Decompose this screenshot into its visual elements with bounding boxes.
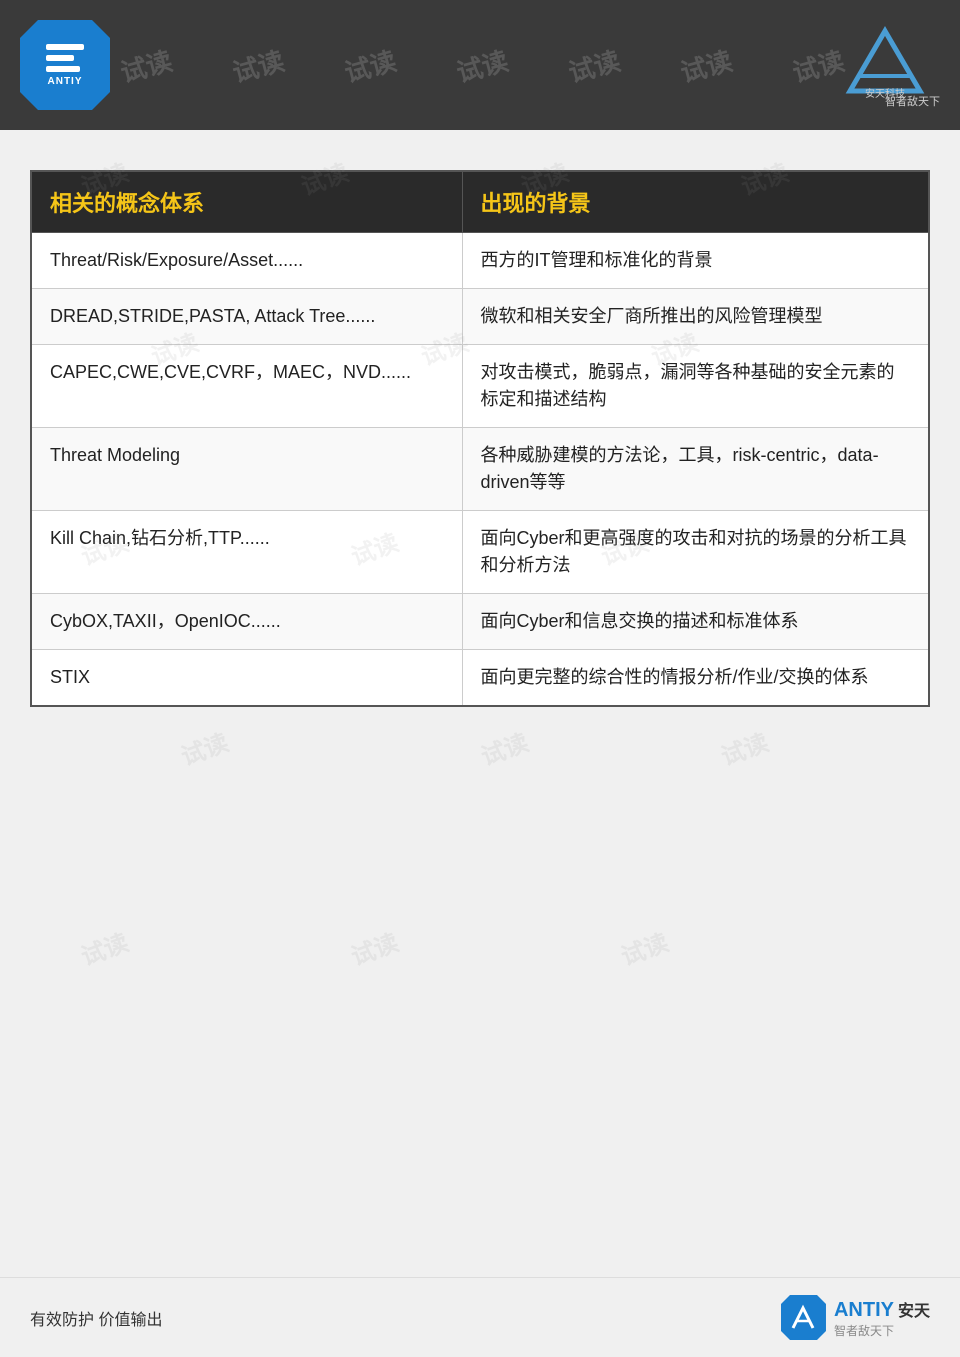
footer: 有效防护 价值输出 ANTIY 安天 智者敌天下	[0, 1277, 960, 1357]
footer-antiy-text: ANTIY	[834, 1299, 894, 1322]
table-row: Threat/Risk/Exposure/Asset......西方的IT管理和…	[31, 233, 929, 289]
table-row: CybOX,TAXII，OpenIOC......面向Cyber和信息交换的描述…	[31, 594, 929, 650]
footer-logo-svg	[789, 1304, 817, 1332]
body-wm-15: 试读	[345, 923, 402, 972]
table-cell-left-0: Threat/Risk/Exposure/Asset......	[31, 233, 462, 289]
table-row: Threat Modeling各种威胁建模的方法论，工具，risk-centri…	[31, 428, 929, 511]
table-cell-left-5: CybOX,TAXII，OpenIOC......	[31, 594, 462, 650]
header-watermarks: 试读 试读 试读 试读 试读 试读 试读	[0, 0, 960, 130]
table-header-row: 相关的概念体系 出现的背景	[31, 171, 929, 233]
table-cell-left-1: DREAD,STRIDE,PASTA, Attack Tree......	[31, 289, 462, 345]
main-content: 试读 试读 试读 试读 试读 试读 试读 试读 试读 试读 试读 试读 试读 试…	[0, 130, 960, 1280]
table-cell-right-3: 各种威胁建模的方法论，工具，risk-centric，data-driven等等	[462, 428, 929, 511]
header-wm-1: 试读	[116, 40, 176, 89]
table-row: DREAD,STRIDE,PASTA, Attack Tree......微软和…	[31, 289, 929, 345]
table-cell-left-6: STIX	[31, 650, 462, 707]
col2-header: 出现的背景	[462, 171, 929, 233]
footer-tagline: 有效防护 价值输出	[30, 1306, 162, 1330]
col1-header: 相关的概念体系	[31, 171, 462, 233]
table-cell-right-0: 西方的IT管理和标准化的背景	[462, 233, 929, 289]
body-wm-16: 试读	[615, 923, 672, 972]
body-wm-14: 试读	[75, 923, 132, 972]
table-cell-right-2: 对攻击模式，脆弱点，漏洞等各种基础的安全元素的标定和描述结构	[462, 345, 929, 428]
header-wm-4: 试读	[452, 40, 512, 89]
table-cell-right-6: 面向更完整的综合性的情报分析/作业/交换的体系	[462, 650, 929, 707]
table-cell-left-4: Kill Chain,钻石分析,TTP......	[31, 511, 462, 594]
header-wm-3: 试读	[340, 40, 400, 89]
table-cell-right-5: 面向Cyber和信息交换的描述和标准体系	[462, 594, 929, 650]
table-cell-right-4: 面向Cyber和更高强度的攻击和对抗的场景的分析工具和分析方法	[462, 511, 929, 594]
header-wm-5: 试读	[564, 40, 624, 89]
header-wm-2: 试读	[228, 40, 288, 89]
table-cell-left-2: CAPEC,CWE,CVE,CVRF，MAEC，NVD......	[31, 345, 462, 428]
table-cell-left-3: Threat Modeling	[31, 428, 462, 511]
body-wm-12: 试读	[475, 723, 532, 772]
footer-logo-icon	[781, 1295, 826, 1340]
header: ANTIY 试读 试读 试读 试读 试读 试读 试读 安天科技 智者敌天下	[0, 0, 960, 130]
footer-logo: ANTIY 安天 智者敌天下	[781, 1295, 930, 1340]
footer-logo-main: 安天	[898, 1297, 930, 1321]
body-wm-11: 试读	[175, 723, 232, 772]
data-table: 相关的概念体系 出现的背景 Threat/Risk/Exposure/Asset…	[30, 170, 930, 707]
table-row: Kill Chain,钻石分析,TTP......面向Cyber和更高强度的攻击…	[31, 511, 929, 594]
company-subtitle: 智者敌天下	[885, 93, 940, 109]
footer-logo-text-area: ANTIY 安天 智者敌天下	[834, 1297, 930, 1339]
body-wm-13: 试读	[715, 723, 772, 772]
table-row: CAPEC,CWE,CVE,CVRF，MAEC，NVD......对攻击模式，脆…	[31, 345, 929, 428]
company-logo-area: 安天科技 智者敌天下	[830, 21, 940, 109]
table-row: STIX面向更完整的综合性的情报分析/作业/交换的体系	[31, 650, 929, 707]
header-wm-6: 试读	[676, 40, 736, 89]
table-cell-right-1: 微软和相关安全厂商所推出的风险管理模型	[462, 289, 929, 345]
company-logo-graphic: 安天科技	[830, 21, 940, 101]
footer-logo-sub: 智者敌天下	[834, 1322, 930, 1339]
